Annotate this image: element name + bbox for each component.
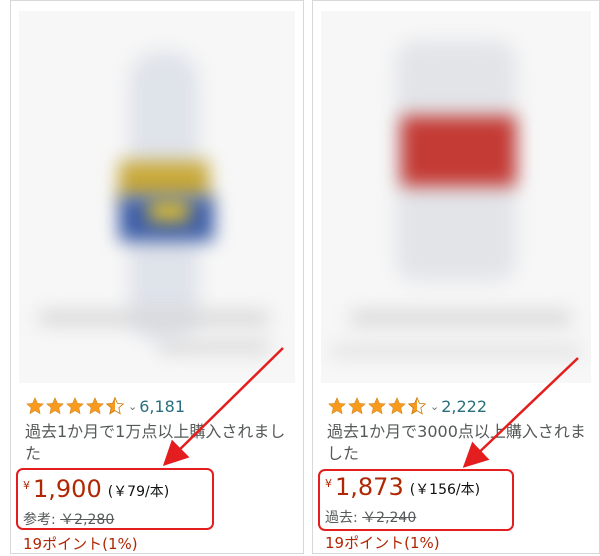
annotation-arrows (162, 347, 579, 468)
annotation-arrow (162, 347, 284, 467)
annotation-arrow (462, 357, 579, 468)
